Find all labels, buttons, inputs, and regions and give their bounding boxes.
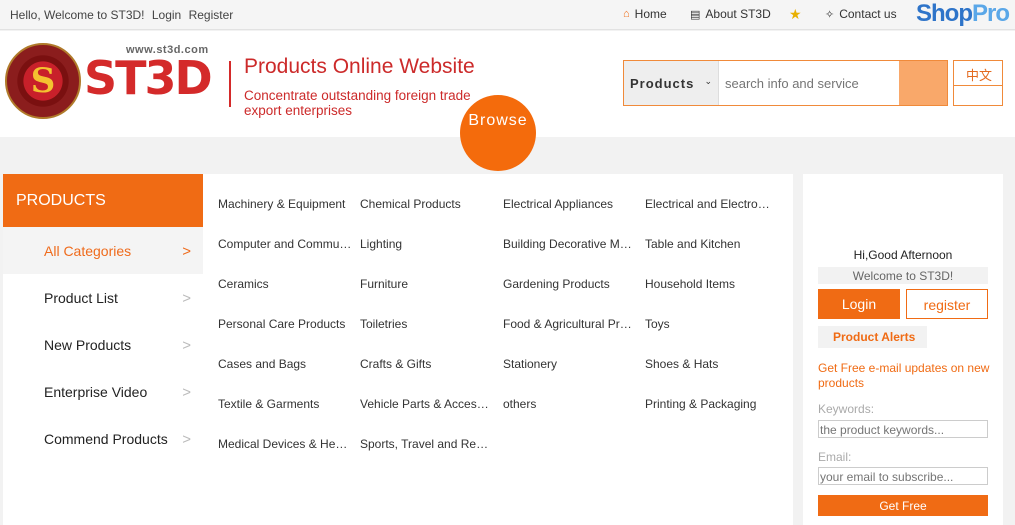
- shoppro-logo-b: Pro: [972, 0, 1010, 27]
- language-label: 中文: [966, 68, 993, 83]
- search-button[interactable]: [899, 61, 947, 105]
- tagline-line-2: export enterprises: [244, 103, 353, 118]
- category-link[interactable]: Personal Care Products: [218, 317, 352, 331]
- shoppro-logo-a: Shop: [916, 0, 973, 27]
- category-link[interactable]: Medical Devices & Health: [218, 437, 352, 451]
- category-link[interactable]: Cases and Bags: [218, 357, 352, 371]
- welcome-text: Hello, Welcome to ST3D!: [10, 8, 145, 22]
- nav-favorite[interactable]: ★: [789, 6, 807, 23]
- sidebar-item-commend-products[interactable]: Commend Products >: [3, 415, 203, 462]
- alerts-description: Get Free e-mail updates on new products: [818, 361, 990, 390]
- sidebar-item-label: Commend Products: [44, 431, 168, 447]
- book-icon: ▤: [690, 8, 701, 21]
- top-login-link[interactable]: Login: [152, 8, 181, 22]
- category-link[interactable]: Lighting: [360, 237, 494, 251]
- shoppro-logo[interactable]: ShopPro: [916, 0, 1010, 28]
- chevron-down-icon: ⌄: [704, 76, 713, 86]
- email-label: Email:: [818, 450, 852, 464]
- category-link[interactable]: Shoes & Hats: [645, 357, 773, 371]
- nav-contact[interactable]: ✧ Contact us: [825, 7, 897, 21]
- category-link[interactable]: Machinery & Equipment: [218, 197, 352, 211]
- sidebar-item-enterprise-video[interactable]: Enterprise Video >: [3, 368, 203, 415]
- category-link[interactable]: Building Decorative Materials: [503, 237, 637, 251]
- tagline-line-1: Concentrate outstanding foreign trade: [244, 88, 471, 103]
- nav-home-label: Home: [634, 7, 667, 21]
- chevron-right-icon: >: [182, 243, 191, 260]
- category-link[interactable]: Food & Agricultural Products: [503, 317, 637, 331]
- sidebar-item-label: New Products: [44, 337, 132, 353]
- nav-home[interactable]: ⌂ Home: [623, 7, 667, 21]
- chevron-right-icon: >: [182, 290, 191, 307]
- sidebar-item-product-list[interactable]: Product List >: [3, 274, 203, 321]
- search-category-select[interactable]: Products ⌄: [624, 61, 719, 105]
- sidebar-item-new-products[interactable]: New Products >: [3, 321, 203, 368]
- register-button[interactable]: register: [906, 289, 988, 319]
- chevron-right-icon: >: [182, 384, 191, 401]
- sidebar-title: PRODUCTS: [3, 174, 203, 227]
- search-category-value: Products: [630, 76, 695, 91]
- category-link[interactable]: Computer and Communication: [218, 237, 352, 251]
- category-link[interactable]: Electrical Appliances: [503, 197, 637, 211]
- top-bar: Hello, Welcome to ST3D! Login Register ⌂…: [0, 0, 1015, 30]
- top-register-link[interactable]: Register: [189, 8, 234, 22]
- category-link[interactable]: Chemical Products: [360, 197, 494, 211]
- sidebar-item-label: Product List: [44, 290, 118, 306]
- sidebar-item-all-categories[interactable]: All Categories >: [3, 227, 203, 274]
- account-panel: Hi,Good Afternoon Welcome to ST3D! Login…: [803, 174, 1003, 525]
- category-link[interactable]: Vehicle Parts & Accessories: [360, 397, 494, 411]
- sidebar-item-label: Enterprise Video: [44, 384, 148, 400]
- category-link[interactable]: Sports, Travel and Recreation: [360, 437, 494, 451]
- category-link[interactable]: Gardening Products: [503, 277, 637, 291]
- header-divider: [229, 61, 231, 107]
- products-sidebar: PRODUCTS All Categories > Product List >…: [3, 174, 203, 525]
- category-link[interactable]: Toiletries: [360, 317, 494, 331]
- chevron-right-icon: >: [182, 337, 191, 354]
- greeting-text: Hi,Good Afternoon: [853, 248, 953, 262]
- nav-about-label: About ST3D: [705, 7, 771, 21]
- email-field[interactable]: [818, 467, 988, 485]
- category-grid: Machinery & Equipment Chemical Products …: [203, 174, 793, 525]
- category-link[interactable]: others: [503, 397, 637, 411]
- keywords-label: Keywords:: [818, 402, 875, 416]
- category-link[interactable]: Textile & Garments: [218, 397, 352, 411]
- get-free-button[interactable]: Get Free: [818, 495, 988, 516]
- welcome-banner: Welcome to ST3D!: [818, 267, 988, 284]
- keywords-input[interactable]: [818, 420, 988, 438]
- search-box: Products ⌄: [623, 60, 948, 106]
- sidebar-item-label: All Categories: [44, 243, 132, 259]
- site-title: Products Online Website: [244, 55, 475, 78]
- star-icon: ★: [789, 6, 802, 22]
- category-link[interactable]: Crafts & Gifts: [360, 357, 494, 371]
- category-link[interactable]: Ceramics: [218, 277, 352, 291]
- search-input[interactable]: [720, 61, 900, 105]
- logo-text[interactable]: ST3D: [84, 51, 213, 105]
- contact-icon: ✧: [825, 8, 835, 21]
- category-link[interactable]: Printing & Packaging: [645, 397, 773, 411]
- seal-logo-icon[interactable]: S: [5, 43, 81, 119]
- category-link[interactable]: Table and Kitchen: [645, 237, 773, 251]
- product-alerts-title: Product Alerts: [818, 326, 927, 348]
- category-link[interactable]: Furniture: [360, 277, 494, 291]
- browse-button[interactable]: Browse: [460, 95, 536, 171]
- category-link[interactable]: Toys: [645, 317, 773, 331]
- login-button[interactable]: Login: [818, 289, 900, 319]
- nav-contact-label: Contact us: [839, 7, 897, 21]
- category-link[interactable]: Household Items: [645, 277, 773, 291]
- home-icon: ⌂: [623, 8, 630, 20]
- top-bar-left: Hello, Welcome to ST3D! Login Register: [10, 8, 237, 22]
- tagline: Concentrate outstanding foreign trade ex…: [244, 88, 471, 118]
- category-link[interactable]: Stationery: [503, 357, 637, 371]
- chevron-right-icon: >: [182, 431, 191, 448]
- nav-about[interactable]: ▤ About ST3D: [690, 7, 771, 21]
- category-link[interactable]: Electrical and Electronic: [645, 197, 773, 211]
- language-button[interactable]: 中文: [953, 60, 1003, 106]
